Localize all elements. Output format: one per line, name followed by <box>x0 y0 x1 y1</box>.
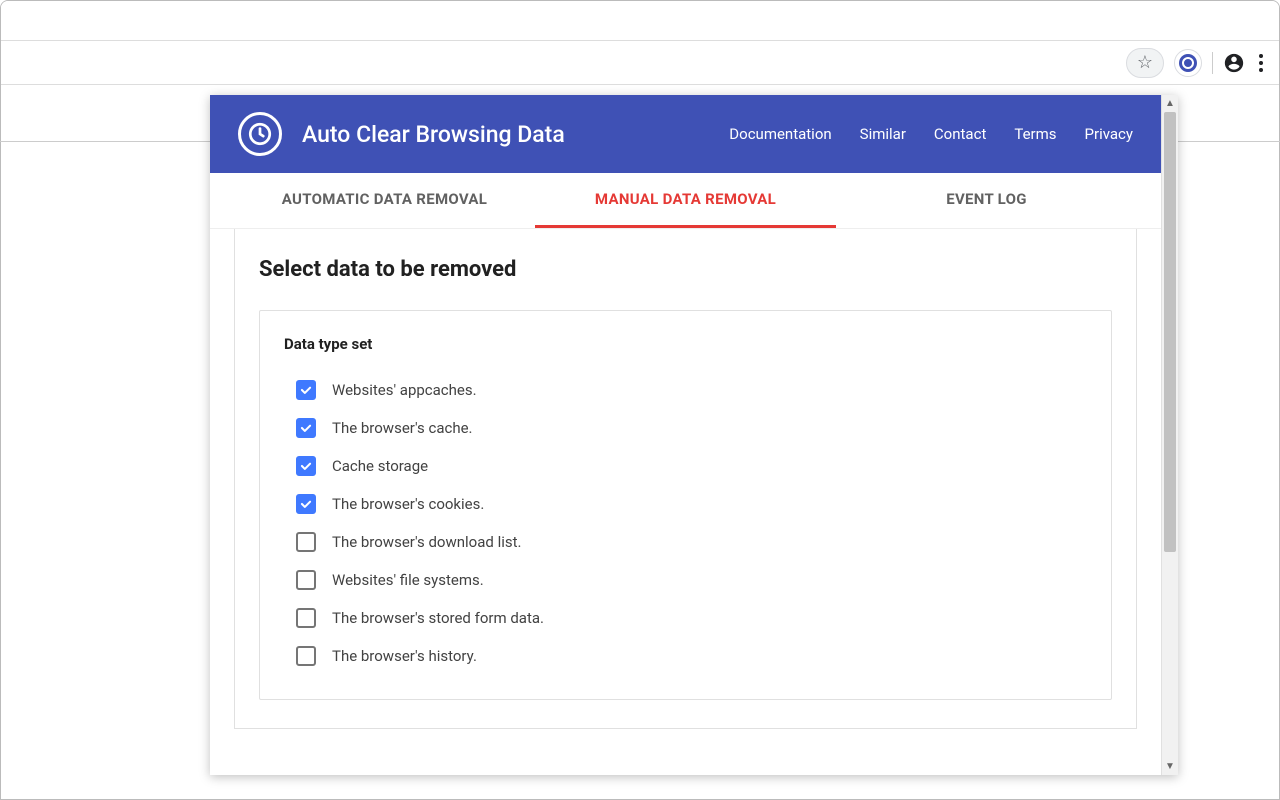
app-logo <box>238 112 282 156</box>
star-icon: ☆ <box>1137 52 1153 73</box>
checkbox-row: Websites' file systems. <box>284 561 1087 599</box>
checkbox-row: Cache storage <box>284 447 1087 485</box>
checkbox-label: The browser's download list. <box>332 533 521 551</box>
checkbox[interactable] <box>296 418 316 438</box>
checkbox-label: The browser's cookies. <box>332 495 484 513</box>
app-title: Auto Clear Browsing Data <box>302 121 729 148</box>
nav-links: Documentation Similar Contact Terms Priv… <box>729 125 1133 143</box>
scrollbar[interactable]: ▲ ▼ <box>1161 95 1178 775</box>
clock-icon <box>1179 54 1197 72</box>
checkbox-row: The browser's stored form data. <box>284 599 1087 637</box>
separator <box>1212 52 1213 74</box>
tab-bar: AUTOMATIC DATA REMOVAL MANUAL DATA REMOV… <box>210 173 1161 229</box>
panel-title: Select data to be removed <box>259 257 1112 282</box>
checkbox[interactable] <box>296 646 316 666</box>
checkbox-label: The browser's history. <box>332 647 477 665</box>
tab-log[interactable]: EVENT LOG <box>836 173 1137 228</box>
toolbar: ☆ <box>1 41 1279 85</box>
tab-automatic[interactable]: AUTOMATIC DATA REMOVAL <box>234 173 535 228</box>
extension-popup: Auto Clear Browsing Data Documentation S… <box>210 95 1178 775</box>
checkbox-label: Websites' appcaches. <box>332 381 477 399</box>
scroll-down-arrow[interactable]: ▼ <box>1162 758 1178 775</box>
clock-icon <box>247 121 273 147</box>
nav-similar[interactable]: Similar <box>860 125 906 143</box>
checkbox-row: Websites' appcaches. <box>284 371 1087 409</box>
menu-dots-icon[interactable] <box>1255 50 1267 76</box>
checkbox[interactable] <box>296 532 316 552</box>
data-type-card: Data type set Websites' appcaches. The br… <box>259 310 1112 700</box>
popup-header: Auto Clear Browsing Data Documentation S… <box>210 95 1161 173</box>
checkbox-label: Cache storage <box>332 457 428 475</box>
checkbox-label: Websites' file systems. <box>332 571 484 589</box>
tab-manual[interactable]: MANUAL DATA REMOVAL <box>535 173 836 228</box>
checkbox-label: The browser's cache. <box>332 419 473 437</box>
scroll-thumb[interactable] <box>1164 112 1176 552</box>
profile-icon[interactable] <box>1223 52 1245 74</box>
checkbox-row: The browser's cache. <box>284 409 1087 447</box>
nav-documentation[interactable]: Documentation <box>729 125 831 143</box>
tab-strip <box>1 1 1279 41</box>
checkbox[interactable] <box>296 380 316 400</box>
checkbox[interactable] <box>296 608 316 628</box>
checkbox-row: The browser's cookies. <box>284 485 1087 523</box>
checkbox[interactable] <box>296 494 316 514</box>
section-title: Data type set <box>284 335 1087 353</box>
main-panel: Select data to be removed Data type set … <box>234 229 1137 729</box>
checkbox[interactable] <box>296 570 316 590</box>
checkbox[interactable] <box>296 456 316 476</box>
nav-contact[interactable]: Contact <box>934 125 986 143</box>
checkbox-row: The browser's history. <box>284 637 1087 675</box>
checkbox-label: The browser's stored form data. <box>332 609 544 627</box>
nav-terms[interactable]: Terms <box>1014 125 1056 143</box>
extension-icon[interactable] <box>1174 49 1202 77</box>
nav-privacy[interactable]: Privacy <box>1085 125 1133 143</box>
scroll-up-arrow[interactable]: ▲ <box>1162 95 1178 112</box>
bookmark-pill[interactable]: ☆ <box>1126 48 1164 78</box>
checkbox-row: The browser's download list. <box>284 523 1087 561</box>
